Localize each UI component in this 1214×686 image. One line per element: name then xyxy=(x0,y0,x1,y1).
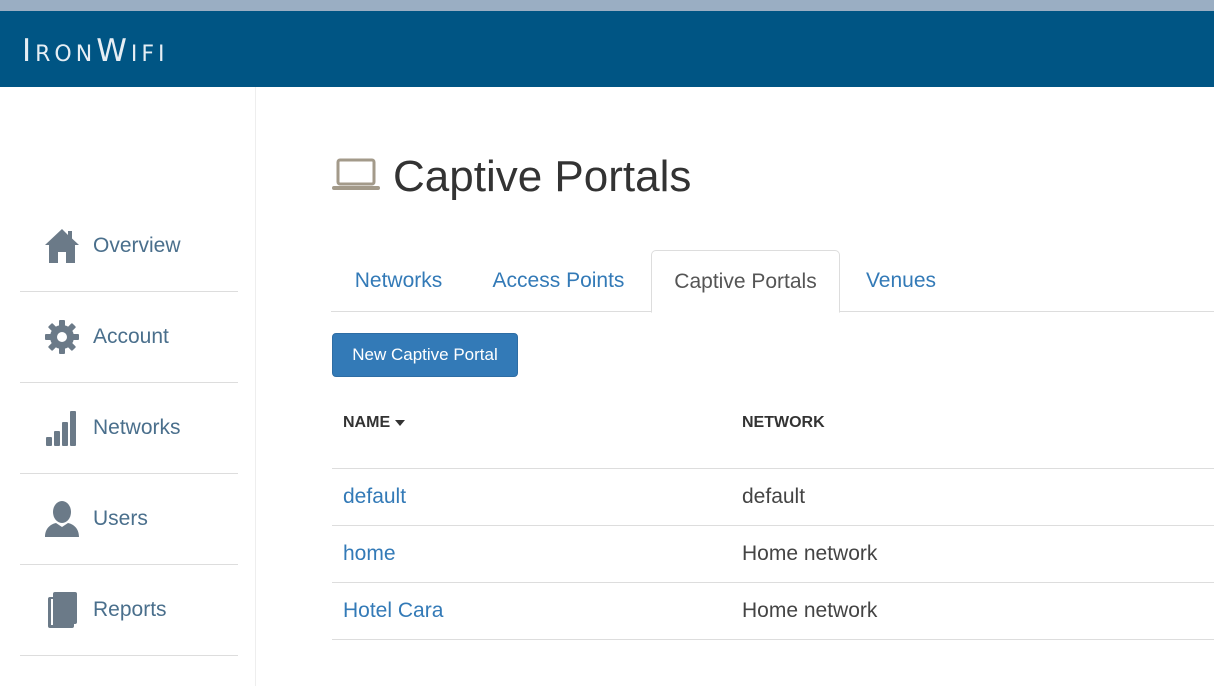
sidebar: Overview Account Networks Users Reports xyxy=(0,87,256,686)
caret-down-icon xyxy=(394,414,405,431)
tab-access-points[interactable]: Access Points xyxy=(474,250,643,312)
table-row: default default xyxy=(332,469,1214,526)
sidebar-item-networks[interactable]: Networks xyxy=(20,383,238,474)
laptop-icon xyxy=(331,157,381,198)
top-strip xyxy=(0,0,1214,11)
sidebar-item-label: Networks xyxy=(93,416,181,439)
column-header-network[interactable]: NETWORK xyxy=(742,414,825,432)
signal-bars-icon xyxy=(40,406,84,450)
home-icon xyxy=(40,224,84,268)
tab-bar: Networks Access Points Captive Portals V… xyxy=(331,250,1214,313)
sidebar-item-overview[interactable]: Overview xyxy=(20,201,238,292)
portal-network: Home network xyxy=(742,542,878,565)
column-header-name[interactable]: NAME xyxy=(343,414,405,432)
portal-network: default xyxy=(742,485,806,508)
new-captive-portal-button[interactable]: New Captive Portal xyxy=(332,333,518,377)
user-icon xyxy=(40,497,84,541)
page-title-block: Captive Portals xyxy=(331,152,691,202)
sidebar-item-label: Overview xyxy=(93,234,181,257)
tab-networks[interactable]: Networks xyxy=(331,250,466,312)
portal-name-link[interactable]: default xyxy=(343,485,406,509)
ironwifi-logo[interactable]: IronWifi xyxy=(22,33,169,69)
gear-icon xyxy=(40,315,84,359)
book-icon xyxy=(40,588,84,632)
sidebar-item-label: Users xyxy=(93,507,148,530)
sidebar-item-label: Reports xyxy=(93,598,167,621)
sidebar-item-reports[interactable]: Reports xyxy=(20,565,238,656)
tab-captive-portals[interactable]: Captive Portals xyxy=(651,250,840,313)
sidebar-item-users[interactable]: Users xyxy=(20,474,238,565)
sidebar-item-label: Account xyxy=(93,325,169,348)
portal-name-link[interactable]: Hotel Cara xyxy=(343,599,443,623)
table-row: home Home network xyxy=(332,526,1214,583)
sidebar-item-account[interactable]: Account xyxy=(20,292,238,383)
table-row: Hotel Cara Home network xyxy=(332,583,1214,640)
portal-network: Home network xyxy=(742,599,878,622)
portal-name-link[interactable]: home xyxy=(343,542,396,566)
app-header: IronWifi xyxy=(0,11,1214,87)
page-title: Captive Portals xyxy=(393,152,692,201)
column-header-label: NAME xyxy=(343,414,391,431)
tab-venues[interactable]: Venues xyxy=(849,250,953,312)
